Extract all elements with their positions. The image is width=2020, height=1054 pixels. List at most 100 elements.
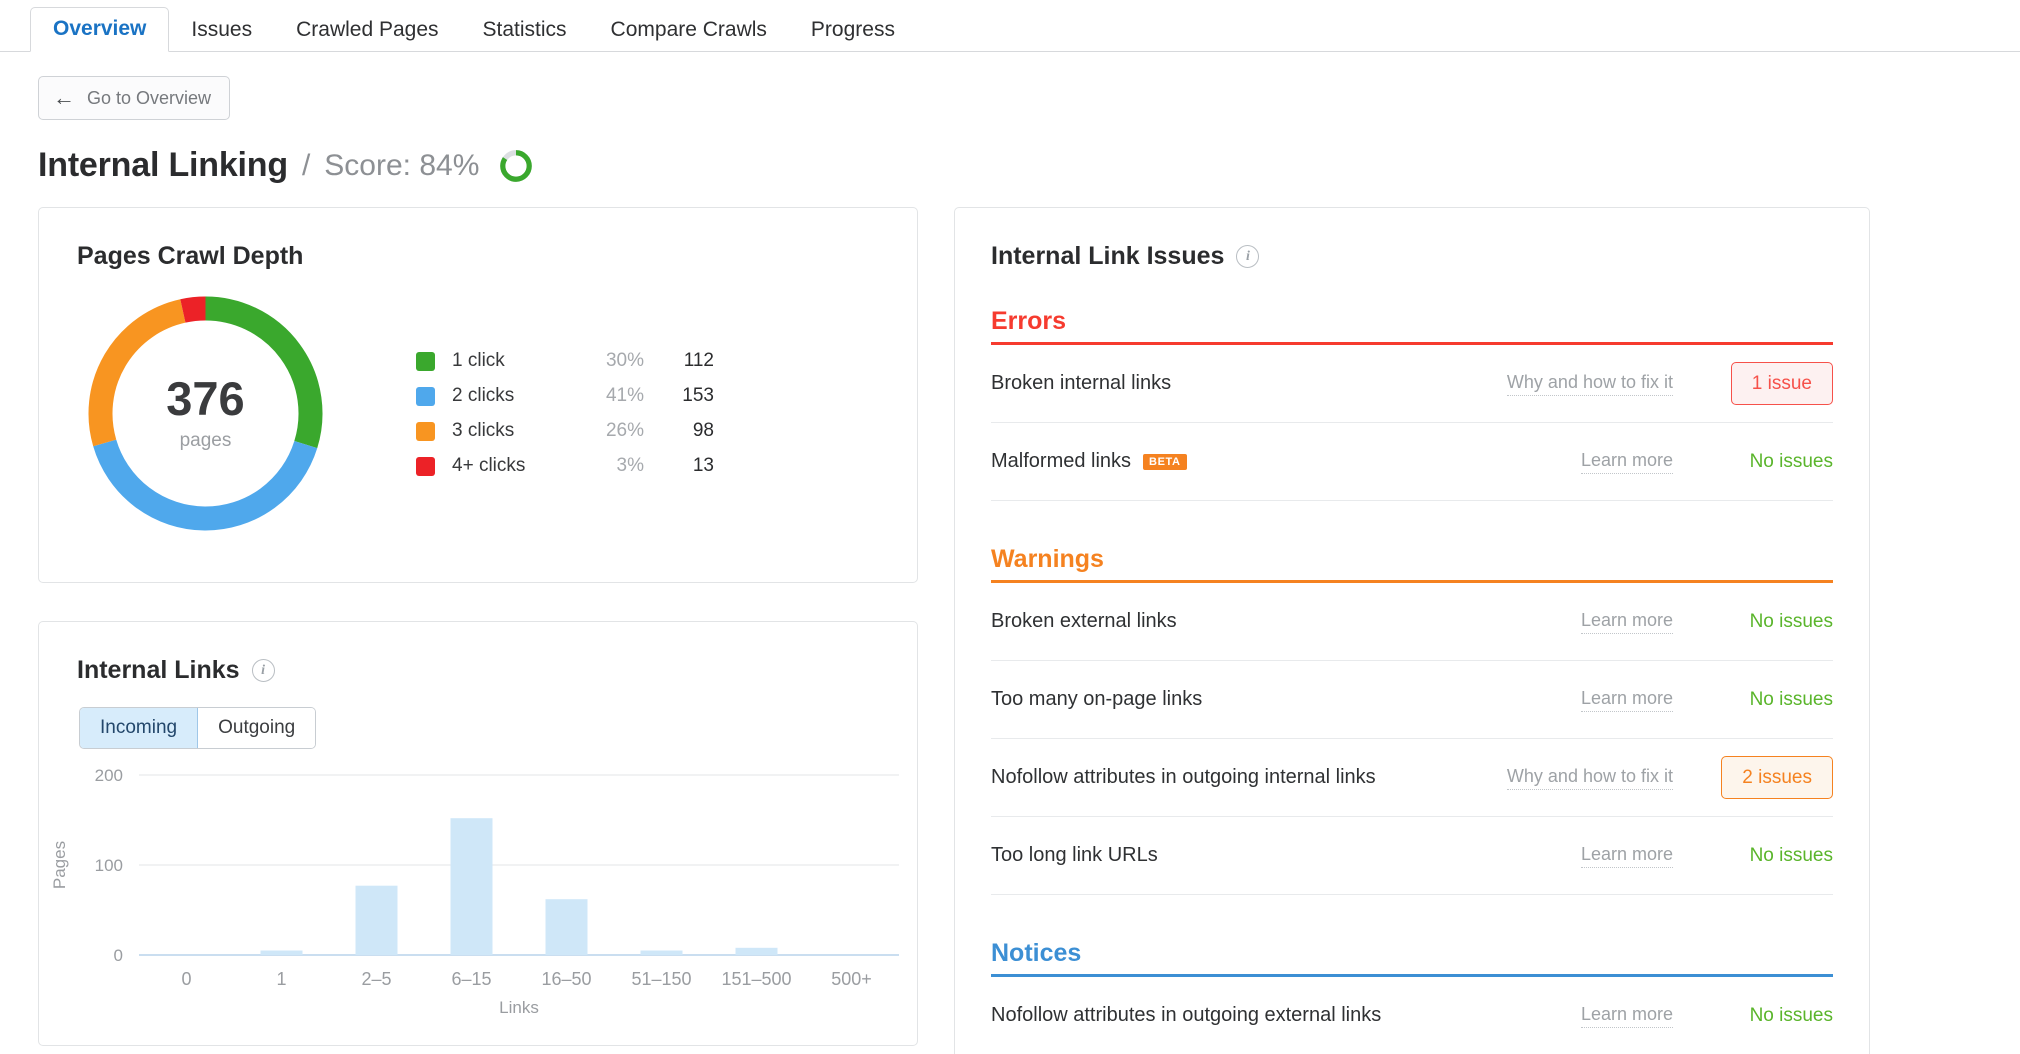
- issue-link-cell: Learn more: [1425, 610, 1673, 634]
- x-axis-tick: 1: [276, 969, 286, 989]
- issue-status-cell: 1 issue: [1673, 362, 1833, 405]
- tab-issues[interactable]: Issues: [169, 9, 274, 52]
- legend-label: 1 click: [452, 350, 572, 372]
- issue-row: Broken external links Learn more No issues: [991, 583, 1833, 661]
- go-to-overview-button[interactable]: ← Go to Overview: [38, 76, 230, 120]
- crawl-depth-donut: 376 pages: [83, 291, 328, 536]
- issue-label: Malformed links: [991, 450, 1131, 473]
- legend-color-swatch: [416, 352, 435, 371]
- main-tab-bar: Overview Issues Crawled Pages Statistics…: [0, 0, 2020, 52]
- legend-value: 98: [644, 420, 714, 442]
- x-axis-tick: 6–15: [451, 969, 491, 989]
- legend-row[interactable]: 1 click30%112: [416, 344, 714, 379]
- toggle-incoming[interactable]: Incoming: [80, 708, 198, 748]
- issue-row: Malformed linksBETA Learn moreNo issues: [991, 423, 1833, 501]
- status-issue-count-button[interactable]: 1 issue: [1731, 362, 1833, 405]
- issue-status-cell: No issues: [1673, 1005, 1833, 1027]
- issue-name: Malformed linksBETA: [991, 450, 1425, 473]
- legend-row[interactable]: 4+ clicks3%13: [416, 449, 714, 484]
- issue-help-link[interactable]: Why and how to fix it: [1507, 372, 1673, 396]
- tab-compare-crawls[interactable]: Compare Crawls: [589, 9, 789, 52]
- issue-label: Broken internal links: [991, 372, 1171, 395]
- donut-total-value: 376: [166, 375, 244, 422]
- crawl-depth-chart-row: 376 pages 1 click30%1122 clicks41%1533 c…: [39, 271, 917, 536]
- info-icon[interactable]: i: [1236, 245, 1259, 268]
- donut-center-label: 376 pages: [83, 291, 328, 536]
- bar[interactable]: [736, 948, 778, 955]
- issue-status-cell: No issues: [1673, 451, 1833, 473]
- issues-section-warnings: Warnings Broken external links Learn more N…: [991, 545, 1833, 895]
- internal-link-issues-header: Internal Link Issues i: [991, 242, 1833, 271]
- issue-name: Nofollow attributes in outgoing internal…: [991, 766, 1425, 789]
- tab-label: Statistics: [483, 18, 567, 41]
- issue-help-link[interactable]: Learn more: [1581, 1004, 1673, 1028]
- issue-help-link[interactable]: Learn more: [1581, 688, 1673, 712]
- donut-total-unit: pages: [180, 430, 232, 452]
- issue-name: Too many on-page links: [991, 688, 1425, 711]
- status-no-issues: No issues: [1750, 611, 1833, 633]
- issue-label: Nofollow attributes in outgoing internal…: [991, 766, 1376, 789]
- legend-row[interactable]: 2 clicks41%153: [416, 379, 714, 414]
- bar[interactable]: [451, 818, 493, 955]
- issue-label: Broken external links: [991, 610, 1177, 633]
- legend-label: 2 clicks: [452, 385, 572, 407]
- issue-link-cell: Learn more: [1425, 688, 1673, 712]
- tab-label: Progress: [811, 18, 895, 41]
- toggle-outgoing[interactable]: Outgoing: [198, 708, 315, 748]
- back-button-container: ← Go to Overview: [0, 52, 2020, 120]
- issue-help-link[interactable]: Why and how to fix it: [1507, 766, 1673, 790]
- x-axis-tick: 2–5: [361, 969, 391, 989]
- legend-color-swatch: [416, 457, 435, 476]
- tab-crawled-pages[interactable]: Crawled Pages: [274, 9, 460, 52]
- issue-help-link[interactable]: Learn more: [1581, 844, 1673, 868]
- arrow-left-icon: ←: [53, 87, 75, 109]
- tab-statistics[interactable]: Statistics: [461, 9, 589, 52]
- legend-value: 153: [644, 385, 714, 407]
- status-issue-count-button[interactable]: 2 issues: [1721, 756, 1833, 799]
- bar[interactable]: [261, 951, 303, 956]
- legend-color-swatch: [416, 387, 435, 406]
- legend-row[interactable]: 3 clicks26%98: [416, 414, 714, 449]
- legend-color-swatch: [416, 422, 435, 441]
- tab-label: Issues: [191, 18, 252, 41]
- crawl-depth-legend: 1 click30%1122 clicks41%1533 clicks26%98…: [416, 344, 714, 484]
- y-axis-label: Pages: [50, 841, 69, 889]
- status-no-issues: No issues: [1750, 845, 1833, 867]
- issue-label: Too long link URLs: [991, 844, 1158, 867]
- internal-link-issues-title: Internal Link Issues: [991, 242, 1224, 271]
- tab-label: Compare Crawls: [611, 18, 767, 41]
- issue-name: Nofollow attributes in outgoing external…: [991, 1004, 1425, 1027]
- issue-link-cell: Learn more: [1425, 844, 1673, 868]
- right-column: Internal Link Issues i Errors Broken inte…: [954, 207, 1870, 1054]
- bar[interactable]: [546, 899, 588, 955]
- issue-link-cell: Why and how to fix it: [1425, 766, 1673, 790]
- issue-status-cell: No issues: [1673, 845, 1833, 867]
- status-no-issues: No issues: [1750, 689, 1833, 711]
- legend-percent: 30%: [572, 350, 644, 372]
- legend-percent: 26%: [572, 420, 644, 442]
- tab-overview[interactable]: Overview: [30, 7, 169, 52]
- tab-label: Crawled Pages: [296, 18, 438, 41]
- tab-progress[interactable]: Progress: [789, 9, 917, 52]
- score-label: Score: 84%: [324, 149, 479, 183]
- issue-name: Too long link URLs: [991, 844, 1425, 867]
- internal-links-card: Internal Links i Incoming Outgoing Pages…: [38, 621, 918, 1046]
- internal-links-bar-chart: Pages0100200012–56–1516–5051–150151–5005…: [39, 763, 917, 1013]
- internal-links-direction-toggle: Incoming Outgoing: [79, 707, 316, 749]
- bar[interactable]: [356, 886, 398, 955]
- issues-section-title: Notices: [991, 939, 1833, 974]
- issues-section-title: Errors: [991, 307, 1833, 342]
- internal-links-title: Internal Links: [77, 656, 240, 685]
- title-separator: /: [302, 149, 310, 183]
- issue-help-link[interactable]: Learn more: [1581, 610, 1673, 634]
- legend-value: 13: [644, 455, 714, 477]
- issues-section-title: Warnings: [991, 545, 1833, 580]
- x-axis-tick: 51–150: [631, 969, 691, 989]
- issue-help-link[interactable]: Learn more: [1581, 450, 1673, 474]
- legend-percent: 3%: [572, 455, 644, 477]
- issue-name: Broken internal links: [991, 372, 1425, 395]
- info-icon[interactable]: i: [252, 659, 275, 682]
- left-column: Pages Crawl Depth 376 pages 1 click30%11…: [38, 207, 918, 1046]
- bar[interactable]: [641, 951, 683, 956]
- y-axis-tick: 100: [95, 856, 123, 875]
